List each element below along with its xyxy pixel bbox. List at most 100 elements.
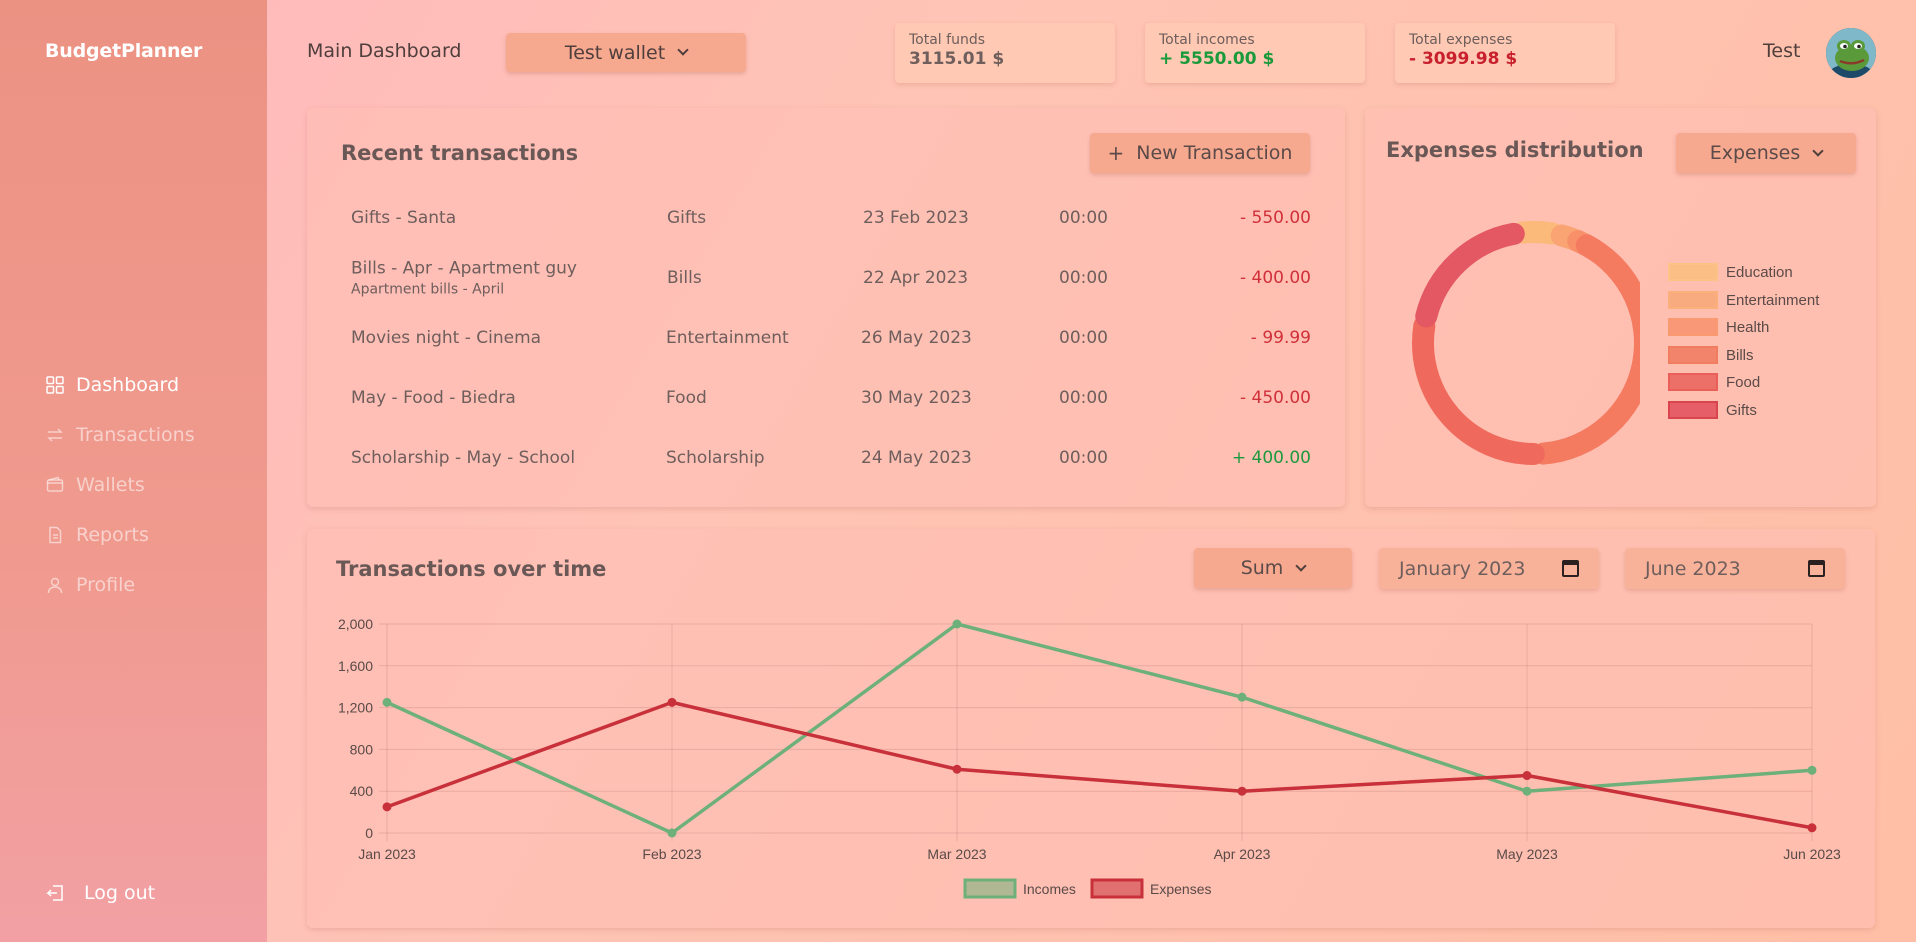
transaction-row[interactable]: Bills - Apr - Apartment guy Apartment bi… xyxy=(351,253,1311,303)
frog-avatar-icon xyxy=(1826,28,1876,78)
start-month-value: January 2023 xyxy=(1399,557,1526,580)
donut-slice-bills[interactable] xyxy=(1532,234,1640,465)
sidebar-item-label: Wallets xyxy=(76,474,145,496)
stat-total-expenses: Total expenses - 3099.98 $ xyxy=(1395,23,1615,83)
sidebar-nav: Dashboard Transactions Wallets Reports P… xyxy=(46,360,195,610)
transfer-icon xyxy=(47,428,63,442)
tx-time: 00:00 xyxy=(1059,388,1108,408)
y-tick-label: 400 xyxy=(350,783,374,799)
legend-swatch[interactable] xyxy=(963,878,1017,899)
data-point-incomes[interactable] xyxy=(952,619,962,629)
data-point-expenses[interactable] xyxy=(382,802,392,812)
donut-slice-education[interactable] xyxy=(1512,221,1564,245)
data-point-incomes[interactable] xyxy=(1807,765,1817,775)
distribution-title: Expenses distribution xyxy=(1386,138,1644,162)
data-point-incomes[interactable] xyxy=(382,697,392,707)
data-point-expenses[interactable] xyxy=(667,697,677,707)
chevron-down-icon xyxy=(677,44,689,56)
aggregate-mode-selected: Sum xyxy=(1240,557,1284,579)
legend-swatch xyxy=(1668,263,1718,281)
legend-swatch xyxy=(1668,401,1718,419)
tx-amount: - 99.99 xyxy=(1250,328,1311,348)
transaction-row[interactable]: Gifts - Santa Gifts 23 Feb 2023 00:00 - … xyxy=(351,193,1311,243)
x-tick-label: Jun 2023 xyxy=(1783,846,1841,862)
stat-label: Total funds xyxy=(909,32,986,48)
recent-transactions-title: Recent transactions xyxy=(341,141,579,165)
tx-date: 23 Feb 2023 xyxy=(863,208,969,228)
tx-category: Entertainment xyxy=(666,328,789,348)
sidebar: BudgetPlanner Dashboard Transactions Wal… xyxy=(0,0,267,942)
legend-label: Food xyxy=(1726,373,1761,391)
tx-name: Gifts - Santa xyxy=(351,208,457,228)
tx-name-block: Bills - Apr - Apartment guy Apartment bi… xyxy=(351,259,577,298)
legend-swatch xyxy=(1668,291,1718,309)
end-month-input[interactable]: June 2023 xyxy=(1625,548,1845,589)
data-point-expenses[interactable] xyxy=(1522,771,1532,781)
legend-label: Bills xyxy=(1726,346,1754,364)
data-point-expenses[interactable] xyxy=(1807,823,1817,833)
calendar-icon[interactable] xyxy=(1562,560,1579,577)
sidebar-item-wallets[interactable]: Wallets xyxy=(46,460,195,510)
tx-note: Apartment bills - April xyxy=(351,281,505,298)
legend-item-food[interactable]: Food xyxy=(1668,373,1760,391)
data-point-expenses[interactable] xyxy=(1237,786,1247,796)
wallet-icon xyxy=(46,476,64,492)
sidebar-item-profile[interactable]: Profile xyxy=(46,560,195,610)
data-point-expenses[interactable] xyxy=(952,764,962,774)
sidebar-item-dashboard[interactable]: Dashboard xyxy=(46,360,195,410)
data-point-incomes[interactable] xyxy=(1237,692,1247,702)
logout-icon xyxy=(46,885,63,901)
x-tick-label: Apr 2023 xyxy=(1214,846,1271,862)
logout-label: Log out xyxy=(84,882,156,904)
legend-label: Education xyxy=(1726,263,1793,281)
recent-transactions-card: Recent transactions + New Transaction Gi… xyxy=(307,108,1345,507)
transactions-line-chart: 2,000 1,600 1,200 800 400 0 Jan 2023 Feb 2023 Ma… xyxy=(338,616,1841,899)
tx-time: 00:00 xyxy=(1059,328,1108,348)
over-time-title: Transactions over time xyxy=(336,557,607,581)
sidebar-item-transactions[interactable]: Transactions xyxy=(46,410,195,460)
legend-item-health[interactable]: Health xyxy=(1668,318,1769,336)
user-name[interactable]: Test xyxy=(1763,40,1800,62)
aggregate-mode-dropdown[interactable]: Sum xyxy=(1194,548,1352,588)
sidebar-item-reports[interactable]: Reports xyxy=(46,510,195,560)
legend-item-bills[interactable]: Bills xyxy=(1668,346,1754,364)
distribution-type-dropdown[interactable]: Expenses xyxy=(1676,133,1856,173)
chevron-down-icon xyxy=(1812,144,1824,157)
legend-item-education[interactable]: Education xyxy=(1668,263,1793,281)
legend-label: Health xyxy=(1726,318,1770,336)
donut-slice-gifts[interactable] xyxy=(1415,222,1525,328)
user-icon xyxy=(47,577,63,594)
tx-name: May - Food - Biedra xyxy=(351,388,516,408)
avatar[interactable] xyxy=(1826,28,1876,78)
legend-item-gifts[interactable]: Gifts xyxy=(1668,401,1757,419)
transaction-row[interactable]: Movies night - Cinema Entertainment 26 M… xyxy=(351,313,1311,363)
sidebar-item-label: Reports xyxy=(76,524,149,546)
legend-swatch xyxy=(1668,318,1718,336)
y-tick-label: 0 xyxy=(365,825,373,841)
wallet-dropdown[interactable]: Test wallet xyxy=(506,33,746,72)
transaction-row[interactable]: Scholarship - May - School Scholarship 2… xyxy=(351,433,1311,483)
tx-name: Bills - Apr - Apartment guy xyxy=(351,258,577,279)
data-point-incomes[interactable] xyxy=(1522,786,1532,796)
data-point-incomes[interactable] xyxy=(667,828,677,838)
brand-logo[interactable]: BudgetPlanner xyxy=(45,40,202,62)
tx-category: Gifts xyxy=(667,208,707,228)
grid-icon xyxy=(46,376,64,394)
calendar-icon[interactable] xyxy=(1808,560,1825,577)
legend-swatch[interactable] xyxy=(1090,878,1144,899)
tx-date: 22 Apr 2023 xyxy=(863,268,969,288)
new-transaction-button[interactable]: + New Transaction xyxy=(1090,133,1310,173)
page-title: Main Dashboard xyxy=(307,40,462,62)
sidebar-item-label: Profile xyxy=(76,574,136,596)
transaction-row[interactable]: May - Food - Biedra Food 30 May 2023 00:… xyxy=(351,373,1311,423)
start-month-input[interactable]: January 2023 xyxy=(1379,548,1599,589)
legend-item-entertainment[interactable]: Entertainment xyxy=(1668,291,1819,309)
stat-value: - 3099.98 $ xyxy=(1409,49,1518,69)
y-tick-label: 800 xyxy=(350,741,374,757)
x-tick-label: Feb 2023 xyxy=(642,846,701,862)
logout-button[interactable]: Log out xyxy=(46,882,155,904)
expenses-donut-chart xyxy=(1412,221,1640,465)
tx-name: Scholarship - May - School xyxy=(351,448,576,468)
donut-slice-food[interactable] xyxy=(1412,314,1545,465)
legend-label: Gifts xyxy=(1726,401,1757,419)
